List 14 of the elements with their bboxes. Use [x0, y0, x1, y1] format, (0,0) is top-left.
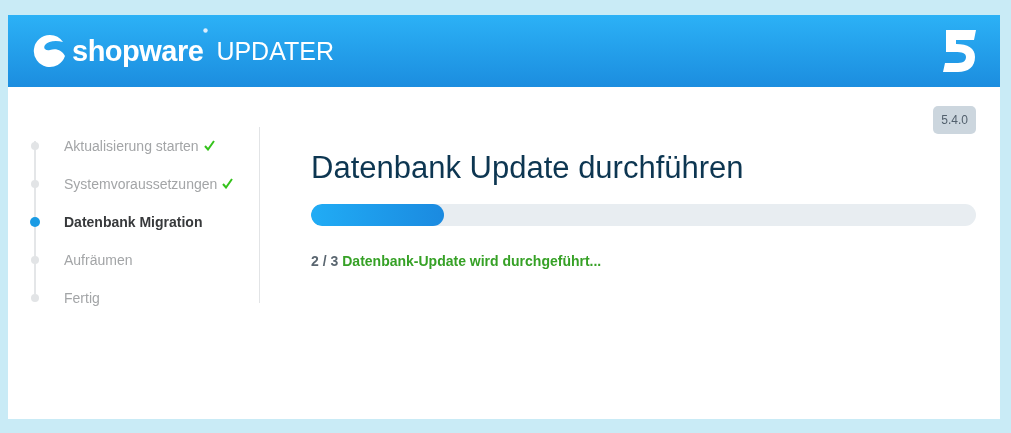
logo-icon [32, 34, 68, 68]
step-label: Systemvoraussetzungen [64, 174, 218, 194]
step-counter: 2 / 3 [311, 252, 339, 271]
status-message: Datenbank-Update wird durchgeführt... [342, 252, 602, 271]
logo-mark-icon [942, 30, 976, 72]
version-badge: 5.4.0 [933, 106, 976, 134]
step-label: Aktualisierung starten [64, 136, 199, 156]
page-title: Datenbank Update durchführen [311, 149, 745, 187]
step-label: Datenbank Migration [64, 212, 203, 232]
step-label: Aufräumen [64, 250, 133, 270]
product-name: UPDATER [216, 38, 334, 64]
step-label: Fertig [64, 288, 100, 308]
registered-icon [203, 28, 209, 33]
brand-name: shopware [72, 36, 204, 66]
